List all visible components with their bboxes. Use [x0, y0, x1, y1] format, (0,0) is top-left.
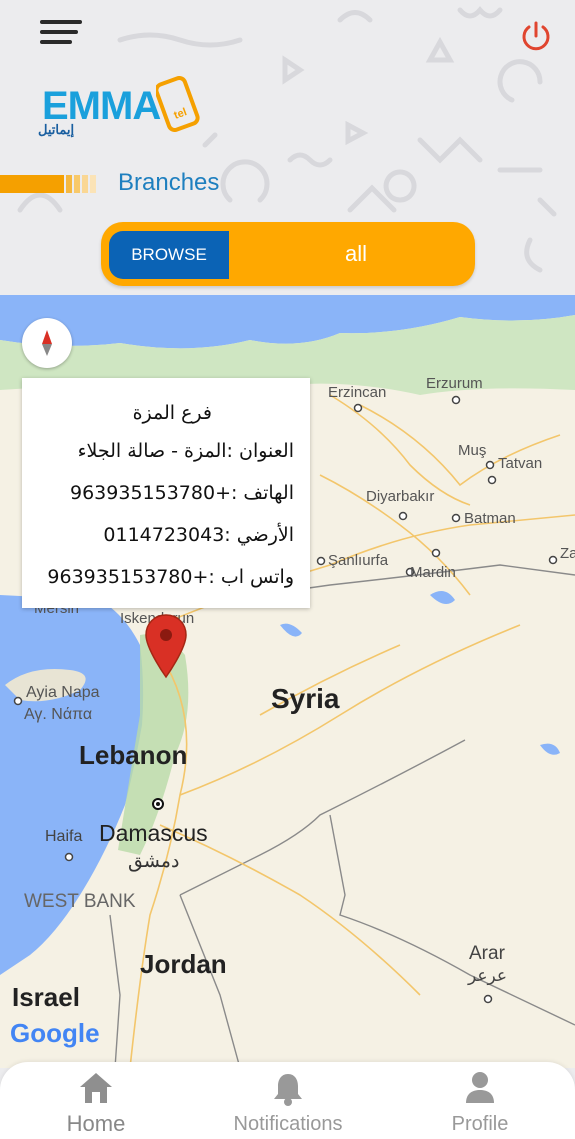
- phone-logo-icon: [156, 76, 200, 132]
- title-stripe: [0, 175, 96, 193]
- compass-icon: [42, 330, 52, 356]
- location-marker-icon[interactable]: [144, 613, 188, 679]
- map-label-tatvan: Tatvan: [498, 455, 543, 472]
- branch-info-popup: فرع المزة العنوان :المزة - صالة الجلاء ا…: [22, 378, 310, 608]
- person-icon: [466, 1072, 494, 1103]
- map-label-batman: Batman: [464, 510, 516, 527]
- browse-filter-toggle[interactable]: BROWSE all: [101, 222, 475, 286]
- branch-whatsapp[interactable]: واتس اب :+963935153780: [47, 566, 294, 588]
- map-label-west-bank: WEST BANK: [24, 891, 136, 912]
- map-label-za: Za: [560, 545, 575, 562]
- branch-address: العنوان :المزة - صالة الجلاء: [77, 440, 294, 462]
- tab-profile[interactable]: Profile: [410, 1062, 550, 1139]
- tab-home-label: Home: [66, 1111, 126, 1136]
- tab-notifications-label: Notifications: [233, 1113, 343, 1135]
- branch-landline[interactable]: الأرضي :0114723043: [103, 524, 294, 546]
- map-label-ayia-napa-greek: Αγ. Νάπα: [24, 706, 93, 723]
- map-label-sanliurfa: Şanlıurfa: [328, 552, 389, 569]
- map-label-arar: Arar: [469, 943, 505, 964]
- power-icon[interactable]: [518, 18, 554, 54]
- tab-home[interactable]: Home: [26, 1062, 166, 1139]
- map-label-erzincan: Erzincan: [328, 384, 387, 401]
- map-label-jordan: Jordan: [140, 949, 227, 979]
- map-label-lebanon: Lebanon: [79, 740, 188, 770]
- map-label-mardin: Mardin: [410, 564, 456, 581]
- map-label-damascus: Damascus: [99, 820, 208, 846]
- map-label-haifa: Haifa: [45, 828, 83, 845]
- map-label-mus: Muş: [458, 442, 487, 459]
- branch-name: فرع المزة: [132, 402, 212, 424]
- map-label-arar-arabic: عرعر: [468, 966, 508, 985]
- tab-profile-label: Profile: [451, 1113, 509, 1135]
- tab-notifications[interactable]: Notifications: [218, 1062, 358, 1139]
- bottom-tab-bar: Home Notifications Profile: [0, 1062, 575, 1139]
- bell-icon: [274, 1074, 302, 1106]
- home-icon: [80, 1073, 112, 1103]
- filter-value[interactable]: all: [301, 222, 411, 286]
- logo: EMMA tel إيماتيل: [38, 76, 208, 142]
- map-label-damascus-arabic: دمشق: [128, 851, 180, 872]
- map-label-erzurum: Erzurum: [426, 375, 483, 392]
- map-label-diyarbakir: Diyarbakır: [366, 488, 435, 505]
- map-label-israel: Israel: [12, 982, 80, 1012]
- browse-button[interactable]: BROWSE: [109, 231, 229, 279]
- page-title: Branches: [118, 169, 220, 196]
- branch-phone[interactable]: الهاتف :+963935153780: [70, 482, 294, 504]
- google-attribution: Google: [10, 1018, 100, 1048]
- map-label-ayia-napa: Ayia Napa: [26, 684, 100, 701]
- compass-button[interactable]: [22, 318, 72, 368]
- menu-icon[interactable]: [40, 20, 84, 50]
- map-label-syria: Syria: [271, 683, 340, 714]
- logo-arabic: إيماتيل: [38, 122, 75, 137]
